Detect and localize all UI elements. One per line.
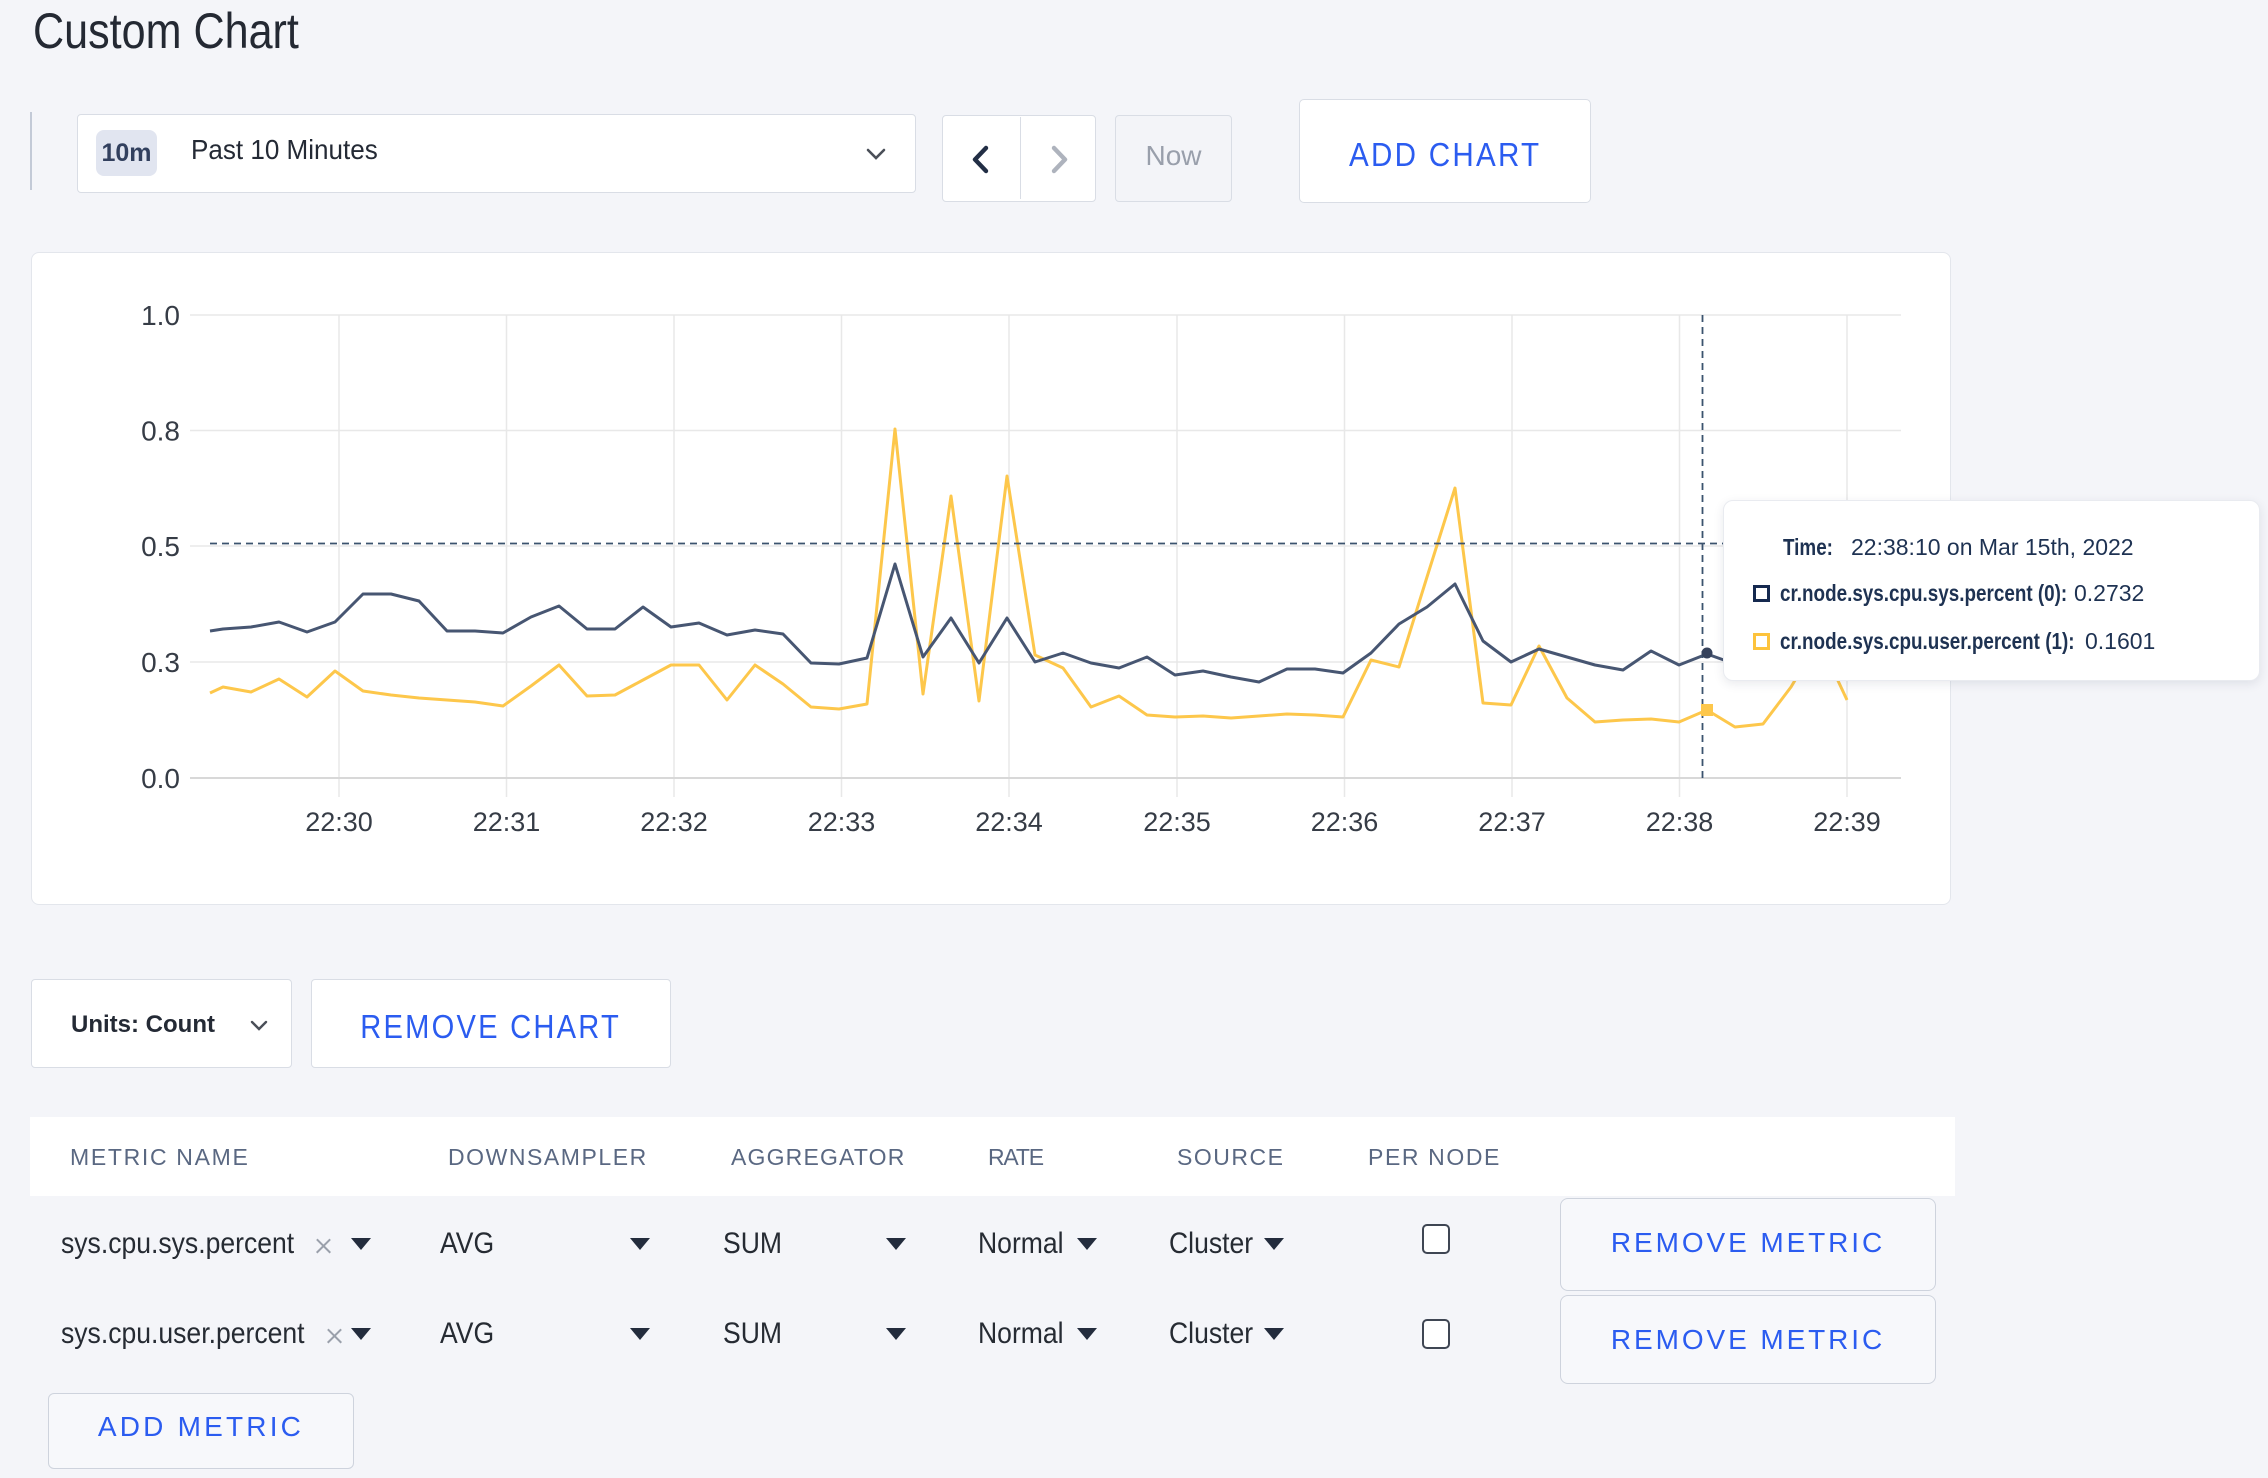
svg-text:22:37: 22:37: [1478, 807, 1546, 837]
svg-text:22:39: 22:39: [1813, 807, 1881, 837]
svg-text:22:36: 22:36: [1311, 807, 1379, 837]
svg-text:22:33: 22:33: [808, 807, 876, 837]
svg-text:22:32: 22:32: [640, 807, 708, 837]
svg-text:0.8: 0.8: [141, 416, 180, 447]
svg-text:22:35: 22:35: [1143, 807, 1211, 837]
svg-text:22:31: 22:31: [473, 807, 541, 837]
svg-text:1.0: 1.0: [141, 300, 180, 331]
svg-text:22:38: 22:38: [1646, 807, 1714, 837]
svg-text:0.3: 0.3: [141, 647, 180, 678]
svg-text:0.5: 0.5: [141, 531, 180, 562]
svg-text:0.0: 0.0: [141, 763, 180, 794]
svg-text:22:30: 22:30: [305, 807, 373, 837]
svg-text:22:34: 22:34: [975, 807, 1043, 837]
